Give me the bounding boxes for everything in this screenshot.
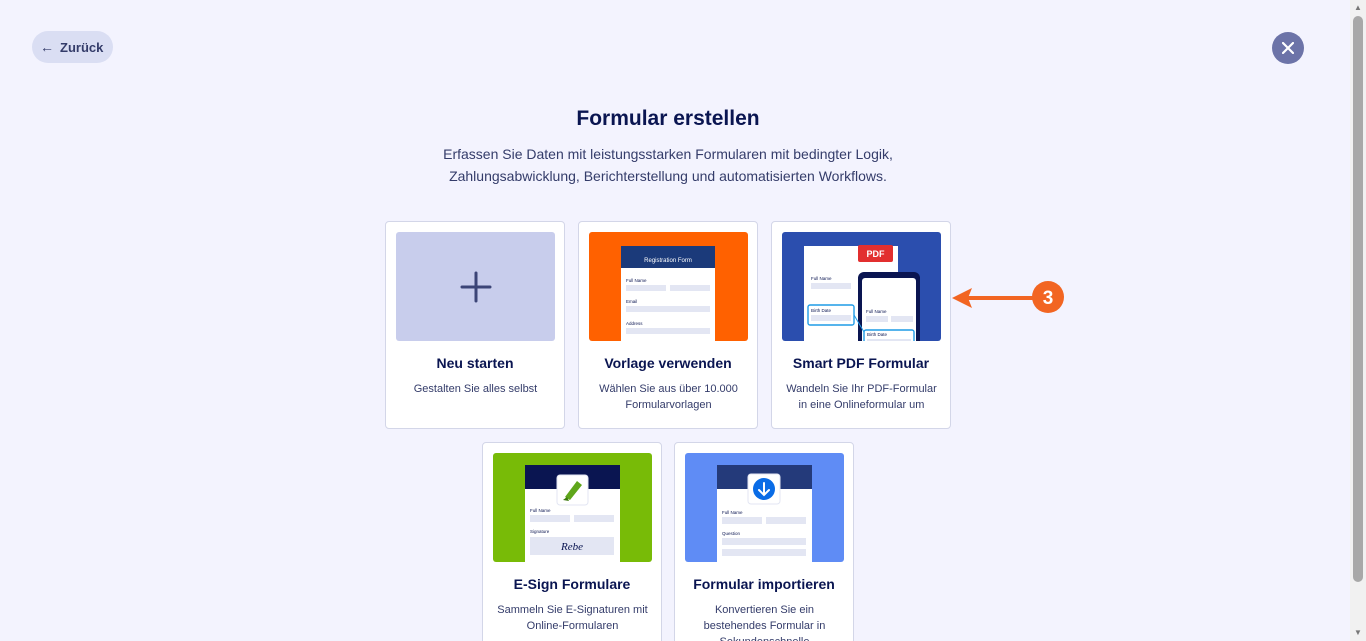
smart-pdf-thumbnail: PDF Full Name Birth Date Full Name Birth… [782,232,941,341]
scrollbar-thumb[interactable] [1353,16,1363,582]
import-thumbnail: Full Name Question [685,453,844,562]
signature-sample: Rebe [560,541,583,553]
page-subtitle: Erfassen Sie Daten mit leistungsstarken … [0,143,1336,187]
card-description: Gestalten Sie alles selbst [413,383,538,395]
arrow-left-icon: ← [40,39,54,55]
card-title: Vorlage verwenden [604,355,732,371]
form-header-text: Registration Form [644,258,692,264]
plus-icon [460,271,491,302]
svg-text:Full Name: Full Name [530,508,551,513]
svg-text:Full Name: Full Name [626,278,647,283]
card-esign[interactable]: Full Name Signature Rebe E-Sign Formular… [482,442,662,641]
esign-thumbnail: Full Name Signature Rebe [493,453,652,562]
card-title: Neu starten [436,355,514,371]
close-icon [1282,42,1294,54]
start-new-thumbnail [396,232,555,341]
back-button[interactable]: ← Zurück [32,31,114,63]
scroll-up-icon[interactable]: ▲ [1353,3,1363,13]
card-title: E-Sign Formulare [513,576,631,592]
card-description: Konvertieren Sie ein bestehendes Formula… [703,604,826,641]
card-title: Smart PDF Formular [792,355,930,371]
import-illustration: Full Name Question [717,465,812,562]
esign-illustration: Full Name Signature Rebe [525,465,620,562]
pdf-badge: PDF [867,249,886,259]
subtitle-line-2: Zahlungsabwicklung, Berichterstellung un… [449,168,887,184]
card-smart-pdf[interactable]: PDF Full Name Birth Date Full Name Birth… [771,221,951,429]
card-import-form[interactable]: Full Name Question Formular importieren … [674,442,854,641]
svg-text:Question: Question [722,531,741,536]
svg-text:Full Name: Full Name [866,309,887,314]
scrollbar[interactable]: ▲ ▼ [1336,0,1366,641]
card-description: Wählen Sie aus über 10.000 Formularvorla… [599,383,738,411]
pdf-illustration: PDF Full Name Birth Date Full Name Birth… [804,245,920,341]
template-thumbnail: Registration Form Full Name Email Addres… [589,232,748,341]
page-title: Formular erstellen [576,107,760,130]
svg-text:Email: Email [626,299,637,304]
card-description: Sammeln Sie E-Signaturen mit Online-Form… [497,604,648,632]
svg-text:Full Name: Full Name [811,276,832,281]
scroll-down-icon[interactable]: ▼ [1353,628,1363,638]
svg-text:Birth Date: Birth Date [867,332,888,337]
svg-text:Birth Date: Birth Date [811,308,832,313]
annotation-number: 3 [1043,288,1054,309]
svg-text:Address: Address [626,321,643,326]
card-start-new[interactable]: Neu starten Gestalten Sie alles selbst [385,221,565,429]
annotation-arrow: 3 [952,281,1064,313]
close-button[interactable] [1272,32,1304,64]
card-description: Wandeln Sie Ihr PDF-Formular in eine Onl… [786,383,937,411]
subtitle-line-1: Erfassen Sie Daten mit leistungsstarken … [443,146,893,162]
form-illustration: Registration Form Full Name Email Addres… [621,246,715,341]
back-label: Zurück [60,39,104,55]
svg-text:Full Name: Full Name [722,510,743,515]
card-title: Formular importieren [693,576,835,592]
svg-text:Signature: Signature [530,529,550,534]
card-use-template[interactable]: Registration Form Full Name Email Addres… [578,221,758,429]
